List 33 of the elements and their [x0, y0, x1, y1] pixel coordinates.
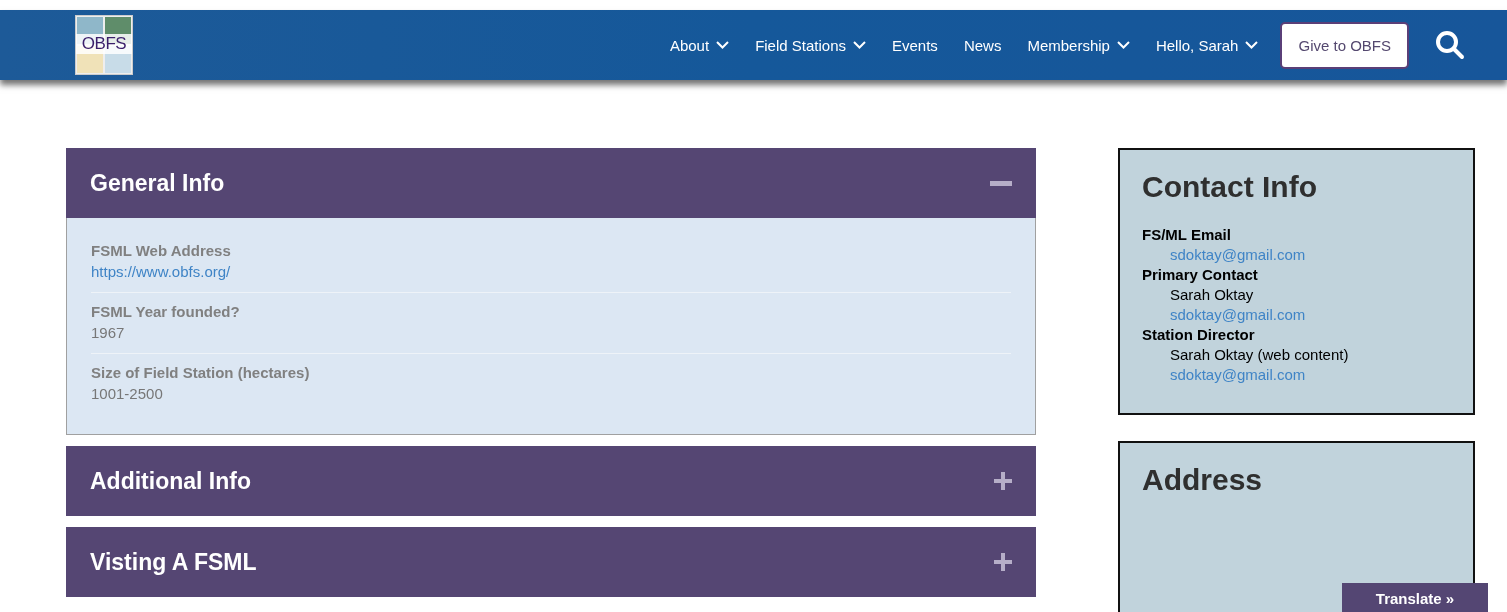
- field-label: Size of Field Station (hectares): [91, 364, 310, 381]
- plus-icon: [994, 553, 1012, 571]
- nav-link[interactable]: Field Stations: [755, 36, 866, 54]
- card-title: Address: [1142, 463, 1264, 497]
- translate-button[interactable]: Translate »: [1342, 583, 1488, 612]
- nav-link[interactable]: Hello, Sarah: [1155, 36, 1259, 54]
- contact-label: Station Director: [1142, 326, 1255, 343]
- search-icon[interactable]: [1435, 30, 1465, 60]
- contact-label: Primary Contact: [1142, 266, 1258, 283]
- contact-label: FS/ML Email: [1142, 226, 1231, 243]
- accordion-header[interactable]: Additional Info: [66, 446, 1036, 516]
- field-label: FSML Year founded?: [91, 303, 240, 320]
- give-button[interactable]: Give to OBFS: [1280, 21, 1409, 69]
- accordion-header[interactable]: Visting A FSML: [66, 527, 1036, 597]
- accordion-header[interactable]: General Info: [66, 148, 1036, 218]
- logo[interactable]: OBFS: [75, 15, 133, 75]
- field-label: FSML Web Address: [91, 242, 231, 259]
- nav-link[interactable]: About: [669, 36, 730, 54]
- field-value: 1967: [91, 324, 125, 341]
- nav-link[interactable]: Events: [892, 36, 938, 54]
- contact-name: Sarah Oktay (web content): [1170, 346, 1349, 363]
- logo-text: OBFS: [76, 34, 132, 54]
- plus-icon: [994, 472, 1012, 490]
- chevron-down-icon: [1116, 41, 1130, 49]
- nav-link[interactable]: News: [963, 36, 1002, 54]
- card-title: Contact Info: [1142, 170, 1318, 204]
- chevron-down-icon: [1245, 41, 1259, 49]
- contact-name: Sarah Oktay: [1170, 286, 1254, 303]
- nav-link[interactable]: Membership: [1027, 36, 1130, 54]
- minus-icon: [990, 180, 1012, 186]
- chevron-down-icon: [716, 41, 730, 49]
- chevron-down-icon: [853, 41, 866, 49]
- field-value: 1001-2500: [91, 385, 163, 402]
